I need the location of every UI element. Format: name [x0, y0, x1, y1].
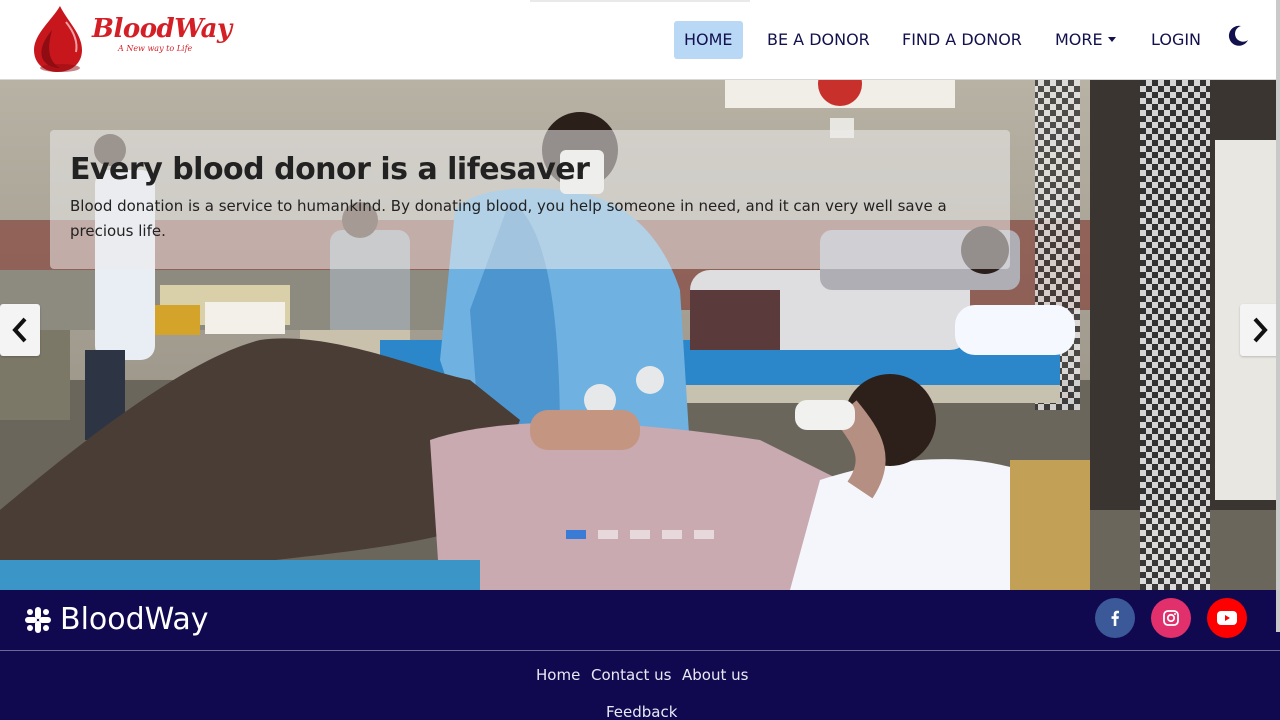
carousel-next-button[interactable] — [1240, 304, 1280, 356]
nav-find-a-donor[interactable]: FIND A DONOR — [902, 21, 1022, 59]
carousel-indicator-1[interactable] — [566, 530, 586, 539]
hero-caption: Every blood donor is a lifesaver Blood d… — [50, 130, 1010, 269]
nav-more-dropdown[interactable]: MORE — [1055, 21, 1116, 59]
footer-bottom: Home Contact us About us Feedback — [0, 651, 1280, 720]
carousel-indicator-2[interactable] — [598, 530, 618, 539]
footer-brand: BloodWay — [24, 602, 209, 637]
chevron-right-icon — [1253, 317, 1268, 343]
blood-drop-logo-icon — [34, 6, 82, 72]
carousel-indicator-5[interactable] — [694, 530, 714, 539]
nav-more-label: MORE — [1055, 30, 1103, 49]
moon-icon[interactable] — [1226, 24, 1250, 48]
page-scrollbar[interactable] — [1276, 0, 1280, 632]
top-strip — [530, 0, 750, 2]
youtube-button[interactable] — [1207, 598, 1247, 638]
instagram-button[interactable] — [1151, 598, 1191, 638]
brand-name: BloodWay — [92, 14, 232, 44]
instagram-icon — [1163, 610, 1179, 626]
footer-link-home[interactable]: Home — [536, 666, 580, 684]
footer-brand-name: BloodWay — [60, 602, 209, 637]
footer-link-about[interactable]: About us — [682, 666, 748, 684]
footer-top: BloodWay — [0, 590, 1280, 650]
navbar: BloodWay A New way to Life HOME BE A DON… — [0, 0, 1280, 80]
nav-login[interactable]: LOGIN — [1151, 21, 1201, 59]
nav-be-a-donor[interactable]: BE A DONOR — [767, 21, 870, 59]
caret-down-icon — [1107, 37, 1116, 42]
brand-logo-link[interactable]: BloodWay A New way to Life — [30, 2, 232, 74]
brand-tagline: A New way to Life — [118, 44, 193, 53]
youtube-icon — [1217, 611, 1237, 625]
carousel-indicator-3[interactable] — [630, 530, 650, 539]
facebook-button[interactable] — [1095, 598, 1135, 638]
hero-text: Blood donation is a service to humankind… — [70, 197, 947, 240]
facebook-icon — [1111, 610, 1119, 626]
chevron-left-icon — [12, 317, 27, 343]
carousel-prev-button[interactable] — [0, 304, 40, 356]
carousel-indicator-4[interactable] — [662, 530, 682, 539]
hero-carousel: Every blood donor is a lifesaver Blood d… — [0, 80, 1280, 590]
hero-title: Every blood donor is a lifesaver — [70, 152, 590, 187]
footer-link-contact[interactable]: Contact us — [591, 666, 671, 684]
nav-home[interactable]: HOME — [674, 21, 743, 59]
footer-link-feedback[interactable]: Feedback — [606, 703, 677, 720]
slack-logo-icon — [25, 606, 51, 633]
carousel-indicators — [566, 530, 714, 539]
